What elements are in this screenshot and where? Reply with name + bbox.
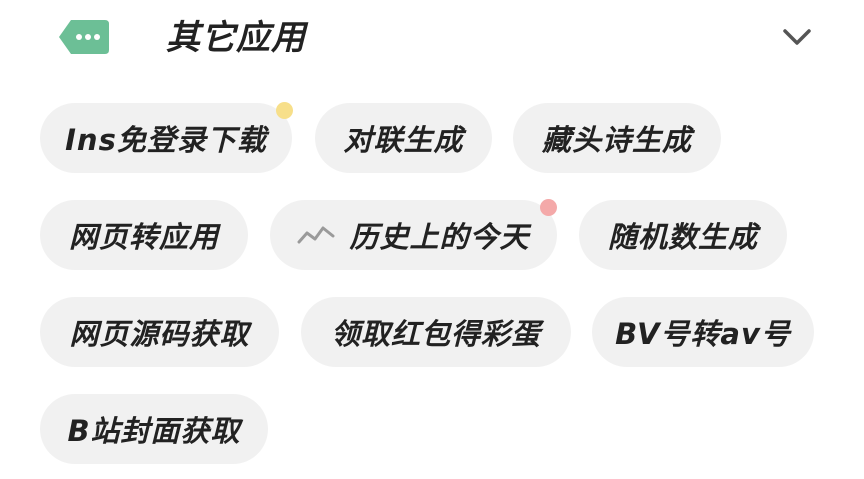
- app-chip-today-in-history[interactable]: 历史上的今天: [270, 200, 557, 270]
- app-chip-label: 随机数生成: [607, 220, 758, 254]
- app-chip-acrostic-poem[interactable]: 藏头诗生成: [513, 103, 721, 173]
- app-chip-random-number[interactable]: 随机数生成: [579, 200, 787, 270]
- section-header: 其它应用: [0, 0, 864, 80]
- other-apps-panel: 其它应用 Ins免登录下载 对联生成 藏头诗生成 网页转应用 历史上的今天 随机…: [0, 0, 864, 479]
- app-chip-web-to-app[interactable]: 网页转应用: [40, 200, 248, 270]
- trend-line-icon: [297, 226, 335, 244]
- app-chip-label: 对联生成: [343, 123, 464, 157]
- new-badge-dot: [276, 102, 293, 119]
- chevron-down-icon[interactable]: [780, 22, 814, 52]
- app-chip-couplet[interactable]: 对联生成: [315, 103, 492, 173]
- app-chip-label: Ins免登录下载: [65, 123, 267, 157]
- app-chip-label: 领取红包得彩蛋: [330, 317, 541, 351]
- app-chip-label: 网页转应用: [68, 220, 219, 254]
- app-chip-bv-to-av[interactable]: BV号转av号: [592, 297, 814, 367]
- app-chip-label: 历史上的今天: [349, 220, 530, 254]
- app-chip-label: 网页源码获取: [69, 317, 250, 351]
- app-chip-ins-download[interactable]: Ins免登录下载: [40, 103, 292, 173]
- new-badge-dot: [540, 199, 557, 216]
- section-title: 其它应用: [166, 18, 306, 58]
- app-chip-page-source[interactable]: 网页源码获取: [40, 297, 279, 367]
- tag-dots-icon: [59, 20, 109, 54]
- app-chip-red-packet[interactable]: 领取红包得彩蛋: [301, 297, 571, 367]
- app-chip-label: B站封面获取: [67, 414, 241, 448]
- app-chip-bilibili-cover[interactable]: B站封面获取: [40, 394, 268, 464]
- app-chip-label: 藏头诗生成: [541, 123, 692, 157]
- app-chip-label: BV号转av号: [615, 317, 791, 351]
